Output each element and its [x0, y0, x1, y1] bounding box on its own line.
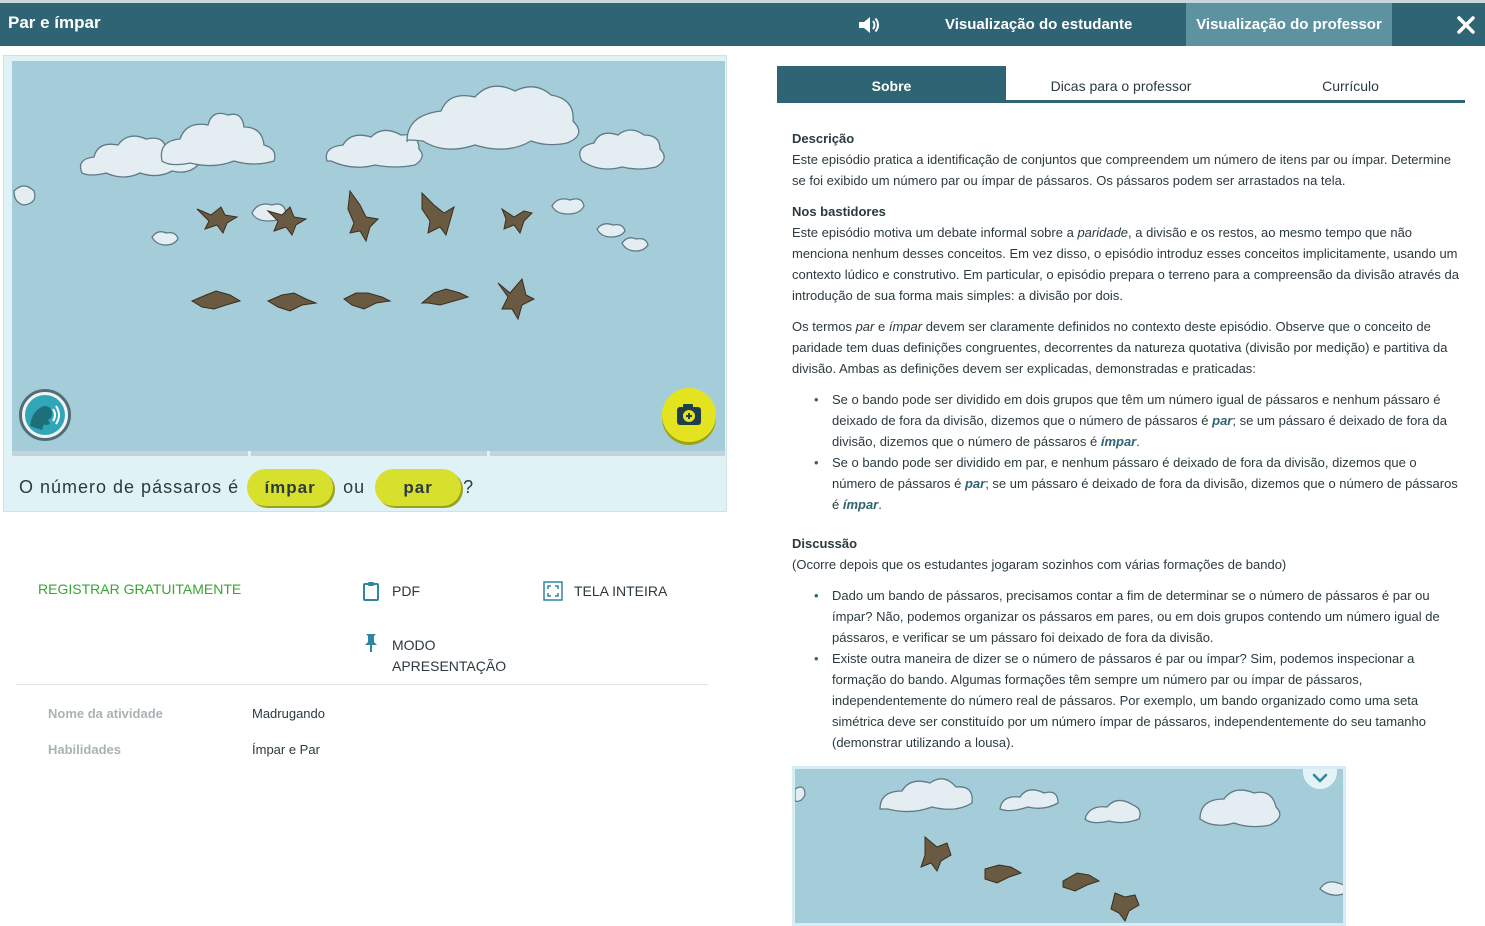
cloud [406, 85, 580, 150]
tab-about[interactable]: Sobre [777, 66, 1006, 100]
bird [190, 290, 242, 310]
bird [347, 189, 380, 243]
discussion-heading: Discussão [792, 536, 858, 551]
answer-odd-button[interactable]: ímpar [247, 468, 334, 506]
bird [421, 191, 455, 237]
game-panel: O número de pássaros é ímpar ou par ? [3, 55, 727, 512]
fullscreen-icon [543, 581, 563, 601]
divider [16, 684, 708, 685]
definitions-list: Se o bando pode ser dividido em dois gru… [792, 389, 1460, 515]
list-item: Se o bando pode ser dividido em par, e n… [814, 452, 1460, 515]
expand-toggle[interactable] [1303, 769, 1337, 789]
question-prompt: O número de pássaros é ímpar ou par ? [19, 468, 474, 506]
camera-button[interactable] [662, 388, 716, 442]
tab-teacher-tips[interactable]: Dicas para o professor [1006, 66, 1236, 100]
pdf-label: PDF [392, 583, 420, 599]
cloud [596, 223, 626, 238]
question-connector: ou [343, 476, 366, 497]
clipboard-icon [363, 582, 379, 601]
behind-scenes-paragraph-1: Este episódio motiva um debate informal … [792, 225, 1459, 303]
page-title: Par e ímpar [8, 13, 101, 32]
behind-scenes-heading: Nos bastidores [792, 204, 886, 219]
activity-name-value: Madrugando [252, 706, 325, 721]
skills-value: Ímpar e Par [252, 742, 320, 757]
teacher-view-tab[interactable]: Visualização do professor [1186, 3, 1392, 46]
pin-icon [365, 634, 377, 652]
about-content: Descrição Este episódio pratica a identi… [792, 128, 1460, 763]
cloud [160, 112, 276, 167]
bird [266, 292, 318, 312]
question-text: O número de pássaros é [19, 476, 240, 497]
presentation-label: MODO APRESENTAÇÃO [392, 637, 507, 674]
cloud [551, 198, 585, 215]
register-link[interactable]: REGISTRAR GRATUITAMENTE [38, 581, 241, 597]
tab-curriculum[interactable]: Currículo [1236, 66, 1465, 100]
description-heading: Descrição [792, 131, 855, 146]
description-text: Este episódio pratica a identificação de… [792, 152, 1452, 188]
cloud [151, 231, 179, 246]
list-item: Se o bando pode ser dividido em dois gru… [814, 389, 1460, 452]
answer-even-button[interactable]: par [375, 468, 462, 506]
fullscreen-label: TELA INTEIRA [574, 583, 668, 599]
student-view-tab[interactable]: Visualização do estudante [945, 16, 1132, 33]
top-bar: Par e ímpar Visualização do estudante Vi… [0, 0, 1485, 46]
cloud [579, 129, 665, 170]
bird [196, 206, 239, 235]
info-tabs: Sobre Dicas para o professor Currículo [777, 66, 1465, 103]
discussion-subtitle: (Ocorre depois que os estudantes jogaram… [792, 557, 1287, 572]
cloud [13, 185, 36, 206]
thumbnail-illustration [795, 778, 1343, 923]
cloud [621, 237, 649, 252]
chevron-down-icon [1312, 773, 1328, 783]
skills-label: Habilidades [48, 742, 121, 757]
activity-name-label: Nome da atividade [48, 706, 163, 721]
speaker-icon[interactable] [857, 14, 881, 36]
discussion-list: Dado um bando de pássaros, precisamos co… [792, 585, 1460, 753]
list-item: Dado um bando de pássaros, precisamos co… [814, 585, 1460, 648]
question-mark: ? [463, 476, 475, 497]
bird [497, 277, 536, 321]
list-item: Existe outra maneira de dizer se o númer… [814, 648, 1460, 753]
episode-thumbnail[interactable] [792, 766, 1346, 926]
progress-bar [12, 451, 725, 456]
bird [420, 288, 470, 306]
sky-scene[interactable] [12, 61, 725, 451]
camera-icon [677, 404, 701, 425]
bird [343, 292, 392, 310]
voice-icon [25, 395, 65, 435]
birds-scene-illustration [13, 85, 665, 321]
bird [500, 207, 533, 235]
voice-button[interactable] [19, 389, 71, 441]
behind-scenes-paragraph-2: Os termos par e ímpar devem ser claramen… [792, 319, 1448, 376]
close-icon[interactable] [1456, 15, 1476, 35]
